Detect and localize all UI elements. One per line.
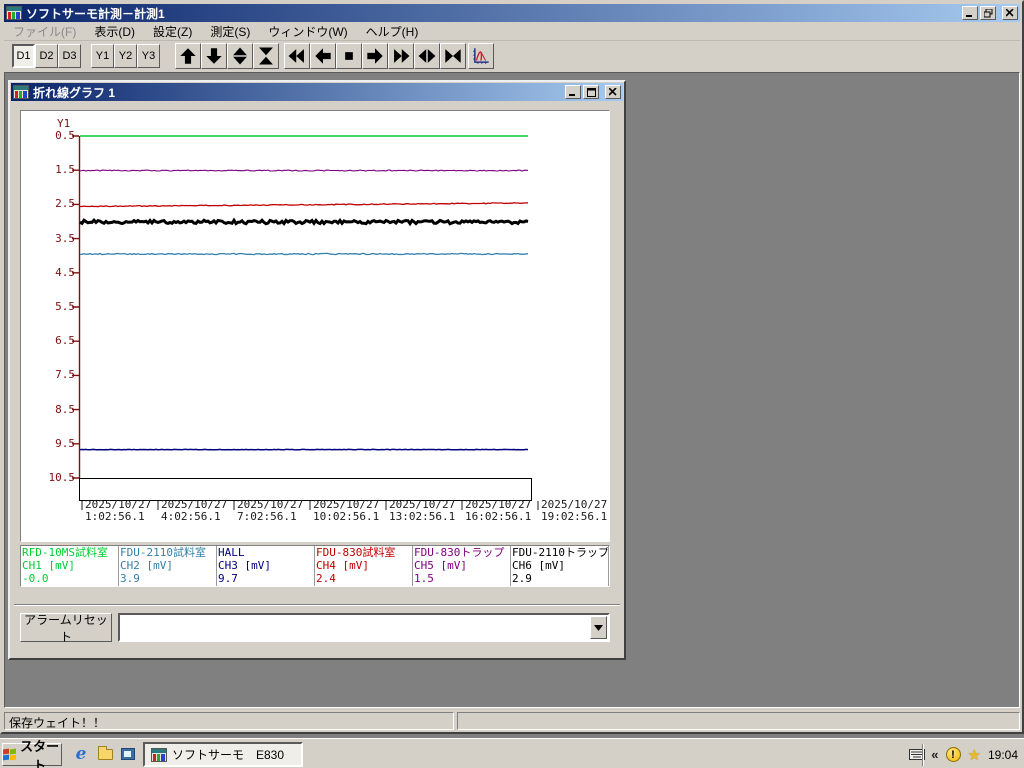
menu-settings[interactable]: 設定(Z) — [144, 21, 201, 42]
legend-ch3: HALL CH3 [mV] 9.7 — [217, 546, 315, 586]
alarm-combo-box[interactable] — [118, 613, 610, 642]
x-tick-label: 2025/10/27 19:02:56.1 — [541, 498, 608, 523]
security-shield-icon[interactable]: ! — [945, 747, 961, 762]
main-titlebar: ソフトサーモ計測－計測1 — [4, 4, 1020, 22]
x-tick-label: 2025/10/27 4:02:56.1 — [161, 498, 228, 523]
graph-window: 折れ線グラフ 1 Y1 0.5 1.5 2.5 3.5 4.5 5.5 6.5 … — [8, 80, 626, 660]
status-panel-2 — [457, 712, 1020, 730]
status-message: 保存ウェイト！！ — [4, 712, 454, 730]
chart-lines — [79, 135, 529, 451]
x-tick-label: 2025/10/27 10:02:56.1 — [313, 498, 380, 523]
d3-button[interactable]: D3 — [58, 44, 81, 68]
stop-icon[interactable] — [336, 43, 362, 69]
compress-horizontal-icon[interactable] — [440, 43, 466, 69]
expand-horizontal-icon[interactable] — [414, 43, 440, 69]
legend-ch4: FDU-830試料室 CH4 [mV] 2.4 — [315, 546, 413, 586]
d1-button[interactable]: D1 — [12, 44, 35, 68]
app-icon — [6, 6, 22, 20]
legend-ch6: FDU-2110トラップ CH6 [mV] 2.9 — [511, 546, 609, 586]
main-window: ソフトサーモ計測－計測1 ファイル(F) 表示(D) 設定(Z) 測定(S) ウ… — [0, 0, 1024, 734]
graph-close-icon[interactable] — [605, 85, 621, 99]
desktop: ソフトサーモ計測－計測1 ファイル(F) 表示(D) 設定(Z) 測定(S) ウ… — [0, 0, 1024, 768]
menubar: ファイル(F) 表示(D) 設定(Z) 測定(S) ウィンドウ(W) ヘルプ(H… — [4, 22, 1020, 41]
legend-ch1: RFD-10MS試料室 CH1 [mV] -0.0 — [21, 546, 119, 586]
series-line-5 — [79, 169, 529, 172]
close-icon[interactable] — [1002, 6, 1018, 20]
windows-logo-icon — [3, 748, 16, 761]
fast-rewind-icon[interactable] — [284, 43, 310, 69]
graph-minimize-icon[interactable] — [565, 85, 581, 99]
y3-button[interactable]: Y3 — [137, 44, 160, 68]
menu-view[interactable]: 表示(D) — [85, 21, 144, 42]
app-icon — [151, 747, 167, 762]
series-line-6 — [79, 217, 529, 227]
compress-vertical-icon[interactable] — [253, 43, 279, 69]
x-tick-label: 2025/10/27 1:02:56.1 — [85, 498, 152, 523]
alarm-reset-button[interactable]: アラームリセット — [20, 613, 112, 644]
menu-file[interactable]: ファイル(F) — [4, 21, 85, 42]
folder-icon[interactable] — [96, 745, 114, 763]
step-right-icon[interactable] — [362, 43, 388, 69]
menu-help[interactable]: ヘルプ(H) — [357, 21, 428, 42]
tray-expand-icon[interactable]: « — [931, 747, 938, 762]
system-tray: « ! ★ 19:04 — [918, 742, 1022, 767]
chart-panel: Y1 0.5 1.5 2.5 3.5 4.5 5.5 6.5 7.5 8.5 9… — [20, 110, 610, 542]
star-icon[interactable]: ★ — [968, 746, 981, 764]
graph-maximize-icon[interactable] — [583, 85, 599, 99]
chart-canvas — [72, 135, 539, 510]
y2-button[interactable]: Y2 — [114, 44, 137, 68]
graph-window-icon — [13, 85, 29, 99]
x-tick-label: 2025/10/27 13:02:56.1 — [389, 498, 456, 523]
channel-legend: RFD-10MS試料室 CH1 [mV] -0.0 FDU-2110試料室 CH2 [… — [20, 545, 610, 587]
scroll-up-icon[interactable] — [175, 43, 201, 69]
internet-explorer-icon[interactable]: e — [72, 744, 90, 764]
start-button[interactable]: スタート — [2, 739, 62, 768]
y1-button[interactable]: Y1 — [91, 44, 114, 68]
legend-ch5: FDU-830トラップ CH5 [mV] 1.5 — [413, 546, 511, 586]
step-left-icon[interactable] — [310, 43, 336, 69]
fast-forward-icon[interactable] — [388, 43, 414, 69]
minimize-icon[interactable] — [962, 6, 978, 20]
taskbar: スタート e ソフトサーモ E830 « ! ★ 19:04 — [0, 738, 1024, 768]
x-tick-label: 2025/10/27 7:02:56.1 — [237, 498, 304, 523]
chevron-down-icon[interactable] — [590, 616, 607, 639]
separator — [14, 604, 620, 606]
graph-settings-icon[interactable] — [468, 43, 494, 69]
toolbar: D1 D2 D3 Y1 Y2 Y3 — [4, 41, 1020, 72]
expand-vertical-icon[interactable] — [227, 43, 253, 69]
scroll-down-icon[interactable] — [201, 43, 227, 69]
taskbar-clock: 19:04 — [987, 747, 1018, 762]
restore-icon[interactable] — [980, 6, 996, 20]
mdi-area: 折れ線グラフ 1 Y1 0.5 1.5 2.5 3.5 4.5 5.5 6.5 … — [4, 72, 1020, 708]
series-line-4 — [80, 202, 529, 208]
y-tick-marks — [72, 135, 79, 479]
x-tick-label: 2025/10/27 16:02:56.1 — [465, 498, 532, 523]
tray-divider — [922, 743, 925, 766]
graph-window-titlebar: 折れ線グラフ 1 — [11, 83, 623, 101]
menu-measure[interactable]: 測定(S) — [201, 21, 259, 42]
main-window-title: ソフトサーモ計測－計測1 — [26, 6, 165, 21]
d2-button[interactable]: D2 — [35, 44, 58, 68]
series-line-2 — [79, 252, 529, 256]
show-desktop-icon[interactable] — [119, 745, 137, 763]
graph-window-title: 折れ線グラフ 1 — [33, 85, 116, 100]
series-line-3 — [79, 448, 529, 451]
status-bar: 保存ウェイト！！ — [4, 710, 1020, 730]
legend-ch2: FDU-2110試料室 CH2 [mV] 3.9 — [119, 546, 217, 586]
menu-window[interactable]: ウィンドウ(W) — [259, 21, 356, 42]
taskbar-app-button[interactable]: ソフトサーモ E830 — [143, 742, 303, 767]
